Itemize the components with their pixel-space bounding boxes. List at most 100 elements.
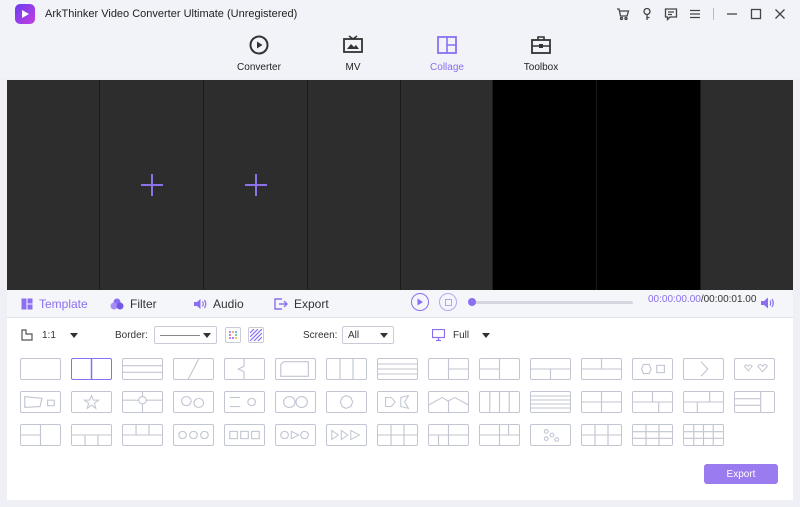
preview-slot-1[interactable] <box>100 80 204 290</box>
volume-icon[interactable] <box>760 296 776 313</box>
template-thumbnail[interactable] <box>326 424 367 446</box>
tab-mv[interactable]: MV <box>306 28 400 78</box>
template-thumbnail[interactable] <box>20 358 61 380</box>
preview-pane <box>308 80 401 290</box>
export-icon <box>274 298 288 310</box>
template-thumbnail[interactable] <box>275 391 316 413</box>
border-pattern-button[interactable] <box>248 327 264 343</box>
tab-converter[interactable]: Converter <box>212 28 306 78</box>
preview-pane <box>493 80 597 290</box>
stop-button[interactable] <box>439 293 457 311</box>
template-thumbnail[interactable] <box>530 358 571 380</box>
preview-pane <box>701 80 793 290</box>
template-thumbnail[interactable] <box>173 358 214 380</box>
template-thumbnail[interactable] <box>683 391 724 413</box>
tab-export[interactable]: Export <box>274 297 329 311</box>
cart-icon[interactable] <box>611 4 635 24</box>
menu-icon[interactable] <box>683 4 707 24</box>
border-dropdown[interactable] <box>154 326 217 344</box>
play-button[interactable] <box>411 293 429 311</box>
stripes-icon <box>250 329 262 341</box>
template-thumbnail[interactable] <box>20 391 61 413</box>
collage-toolbar: Template Filter Audio Export 00:00:00.00… <box>7 290 793 318</box>
template-thumbnail[interactable] <box>683 358 724 380</box>
template-thumbnail[interactable] <box>734 358 775 380</box>
template-thumbnail[interactable] <box>71 391 112 413</box>
collage-preview <box>7 80 793 290</box>
template-thumbnail[interactable] <box>734 391 775 413</box>
template-thumbnail[interactable] <box>632 424 673 446</box>
template-thumbnail[interactable] <box>377 424 418 446</box>
title-bar: ArkThinker Video Converter Ultimate (Unr… <box>0 0 800 28</box>
tv-icon <box>343 34 363 53</box>
tab-collage[interactable]: Collage <box>400 28 494 78</box>
template-thumbnail[interactable] <box>581 358 622 380</box>
stop-icon <box>444 298 452 306</box>
template-thumbnail[interactable] <box>122 424 163 446</box>
template-thumbnail[interactable] <box>71 424 112 446</box>
tab-label: Audio <box>213 297 244 311</box>
aspect-ratio-icon <box>21 329 33 341</box>
template-thumbnail[interactable] <box>581 391 622 413</box>
template-thumbnail[interactable] <box>71 358 112 380</box>
export-button[interactable]: Export <box>704 464 778 484</box>
timecode: 00:00:00.00/00:00:01.00 <box>648 294 756 305</box>
template-thumbnail[interactable] <box>428 358 469 380</box>
template-thumbnail[interactable] <box>428 424 469 446</box>
template-thumbnail[interactable] <box>224 358 265 380</box>
key-icon[interactable] <box>635 4 659 24</box>
template-thumbnail[interactable] <box>326 391 367 413</box>
template-thumbnail[interactable] <box>224 424 265 446</box>
display-dropdown-caret[interactable] <box>482 333 490 338</box>
template-thumbnail[interactable] <box>530 424 571 446</box>
template-thumbnail[interactable] <box>428 391 469 413</box>
tab-template[interactable]: Template <box>21 297 88 311</box>
template-thumbnail[interactable] <box>632 391 673 413</box>
add-media-icon[interactable] <box>244 174 267 196</box>
add-media-icon[interactable] <box>140 174 163 196</box>
close-icon[interactable] <box>768 4 792 24</box>
template-thumbnail[interactable] <box>20 424 61 446</box>
template-thumbnail[interactable] <box>326 358 367 380</box>
app-logo <box>15 4 35 24</box>
tab-label: Export <box>294 297 329 311</box>
border-color-button[interactable] <box>225 327 241 343</box>
ratio-dropdown-caret[interactable] <box>70 333 78 338</box>
collage-icon <box>437 35 457 54</box>
template-thumbnail[interactable] <box>173 391 214 413</box>
border-label: Border: <box>115 330 148 341</box>
template-thumbnail[interactable] <box>479 391 520 413</box>
tab-audio[interactable]: Audio <box>193 297 244 311</box>
preview-slot-2[interactable] <box>204 80 308 290</box>
template-thumbnail[interactable] <box>530 391 571 413</box>
chat-icon[interactable] <box>659 4 683 24</box>
template-thumbnail[interactable] <box>173 424 214 446</box>
progress-track[interactable] <box>468 298 633 306</box>
time-current: 00:00:00.00 <box>648 294 701 305</box>
display-value: Full <box>453 330 470 341</box>
template-thumbnail[interactable] <box>224 391 265 413</box>
template-thumbnail[interactable] <box>377 358 418 380</box>
tab-toolbox[interactable]: Toolbox <box>494 28 588 78</box>
template-thumbnail[interactable] <box>479 358 520 380</box>
tab-label: Filter <box>130 297 157 311</box>
maximize-icon[interactable] <box>744 4 768 24</box>
tab-filter[interactable]: Filter <box>110 297 157 311</box>
template-thumbnail[interactable] <box>683 424 724 446</box>
progress-handle[interactable] <box>468 298 476 306</box>
template-thumbnail[interactable] <box>122 358 163 380</box>
template-thumbnail[interactable] <box>377 391 418 413</box>
minimize-icon[interactable] <box>720 4 744 24</box>
tab-label: Template <box>39 297 88 311</box>
template-thumbnail[interactable] <box>581 424 622 446</box>
screen-label: Screen: <box>303 330 338 341</box>
screen-dropdown[interactable]: All <box>342 326 394 344</box>
template-thumbnail[interactable] <box>275 424 316 446</box>
window-title: ArkThinker Video Converter Ultimate (Unr… <box>45 8 298 20</box>
template-thumbnail[interactable] <box>479 424 520 446</box>
template-thumbnail[interactable] <box>632 358 673 380</box>
converter-icon <box>249 35 269 54</box>
template-thumbnail[interactable] <box>122 391 163 413</box>
template-thumbnail[interactable] <box>275 358 316 380</box>
screen-value: All <box>348 329 360 341</box>
